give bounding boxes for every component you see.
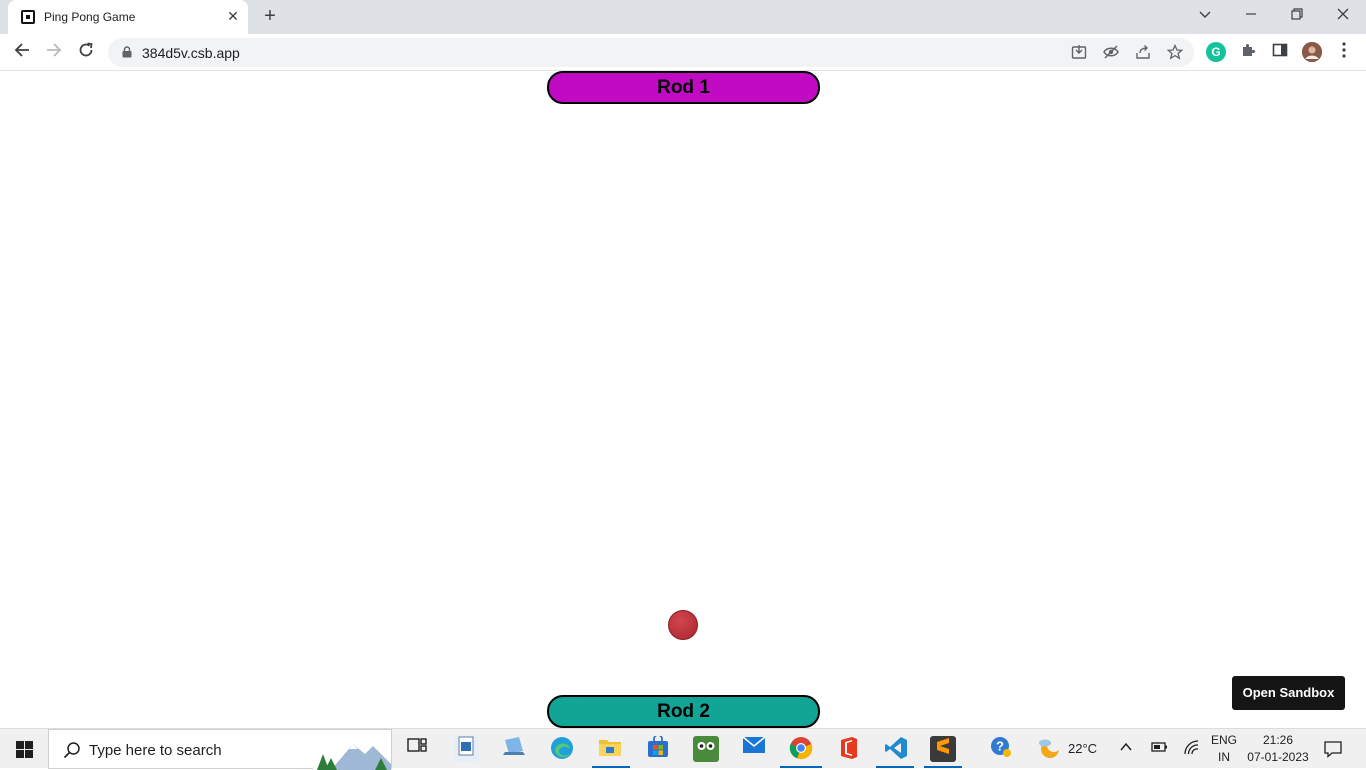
reload-icon[interactable] bbox=[73, 40, 99, 64]
search-highlight-mountain-icon bbox=[313, 734, 391, 770]
close-tab-icon[interactable]: ✕ bbox=[224, 7, 242, 25]
microsoft-store-icon[interactable] bbox=[645, 734, 671, 762]
windows-taskbar: Type here to search ? 22°C ENG IN 21:26 … bbox=[0, 728, 1366, 770]
tab-strip: Ping Pong Game ✕ + bbox=[0, 0, 1366, 34]
game-ball bbox=[668, 610, 698, 640]
chrome-browser-icon[interactable] bbox=[788, 736, 814, 762]
grammarly-extension-icon[interactable]: G bbox=[1206, 42, 1226, 62]
lock-icon[interactable] bbox=[122, 46, 132, 58]
rod-2: Rod 2 bbox=[547, 695, 820, 728]
search-icon bbox=[63, 742, 80, 759]
search-placeholder: Type here to search bbox=[89, 742, 222, 759]
tab-search-chevron-icon[interactable] bbox=[1193, 4, 1217, 26]
browser-tab[interactable]: Ping Pong Game ✕ bbox=[8, 0, 248, 34]
task-view-icon[interactable] bbox=[404, 736, 430, 762]
weather-moon-cloud-icon[interactable] bbox=[1036, 736, 1062, 762]
taskbar-search-box[interactable]: Type here to search bbox=[48, 729, 392, 770]
rod-1: Rod 1 bbox=[547, 71, 820, 104]
browser-menu-icon[interactable] bbox=[1334, 42, 1354, 62]
language-indicator[interactable]: ENG bbox=[1209, 733, 1239, 747]
share-icon[interactable] bbox=[1134, 44, 1152, 62]
bookmark-star-icon[interactable] bbox=[1166, 43, 1184, 62]
game-page: Rod 1 Rod 2 Open Sandbox bbox=[0, 71, 1366, 728]
eye-off-icon[interactable] bbox=[1102, 44, 1120, 62]
forward-arrow-icon[interactable] bbox=[41, 40, 67, 64]
mail-icon[interactable] bbox=[741, 736, 767, 762]
new-tab-icon[interactable]: + bbox=[259, 6, 281, 28]
install-app-icon[interactable] bbox=[1070, 44, 1088, 62]
battery-icon[interactable] bbox=[1151, 741, 1169, 756]
profile-avatar[interactable] bbox=[1302, 42, 1322, 62]
minimize-icon[interactable] bbox=[1239, 4, 1263, 26]
sublime-text-icon[interactable] bbox=[930, 736, 956, 762]
svg-text:?: ? bbox=[996, 739, 1004, 754]
tripadvisor-icon[interactable] bbox=[693, 736, 719, 762]
file-explorer-icon[interactable] bbox=[597, 736, 623, 762]
vscode-icon[interactable] bbox=[883, 736, 909, 762]
side-panel-icon[interactable] bbox=[1270, 42, 1290, 62]
restore-icon[interactable] bbox=[1285, 4, 1309, 26]
back-arrow-icon[interactable] bbox=[9, 40, 35, 64]
this-pc-icon[interactable] bbox=[501, 736, 527, 762]
wifi-icon[interactable] bbox=[1183, 740, 1201, 759]
clock-time[interactable]: 21:26 bbox=[1248, 733, 1308, 747]
photos-app-icon[interactable] bbox=[453, 736, 479, 762]
edge-browser-icon[interactable] bbox=[549, 736, 575, 762]
help-icon[interactable]: ? bbox=[988, 736, 1014, 762]
close-window-icon[interactable] bbox=[1331, 4, 1355, 26]
office-icon[interactable] bbox=[836, 736, 862, 762]
browser-toolbar: 384d5v.csb.app G bbox=[0, 34, 1366, 71]
clock-date[interactable]: 07-01-2023 bbox=[1246, 750, 1310, 764]
windows-start-icon[interactable] bbox=[16, 741, 33, 758]
notification-center-icon[interactable] bbox=[1324, 740, 1342, 761]
tab-title: Ping Pong Game bbox=[44, 10, 136, 24]
region-indicator[interactable]: IN bbox=[1209, 750, 1239, 764]
extensions-puzzle-icon[interactable] bbox=[1238, 42, 1258, 62]
codesandbox-favicon-icon bbox=[21, 10, 35, 24]
weather-temperature[interactable]: 22°C bbox=[1068, 741, 1097, 756]
show-hidden-icons-chevron-icon[interactable] bbox=[1119, 740, 1133, 757]
address-bar[interactable]: 384d5v.csb.app bbox=[108, 38, 1194, 67]
open-sandbox-button[interactable]: Open Sandbox bbox=[1232, 676, 1345, 710]
url-text[interactable]: 384d5v.csb.app bbox=[142, 45, 240, 61]
